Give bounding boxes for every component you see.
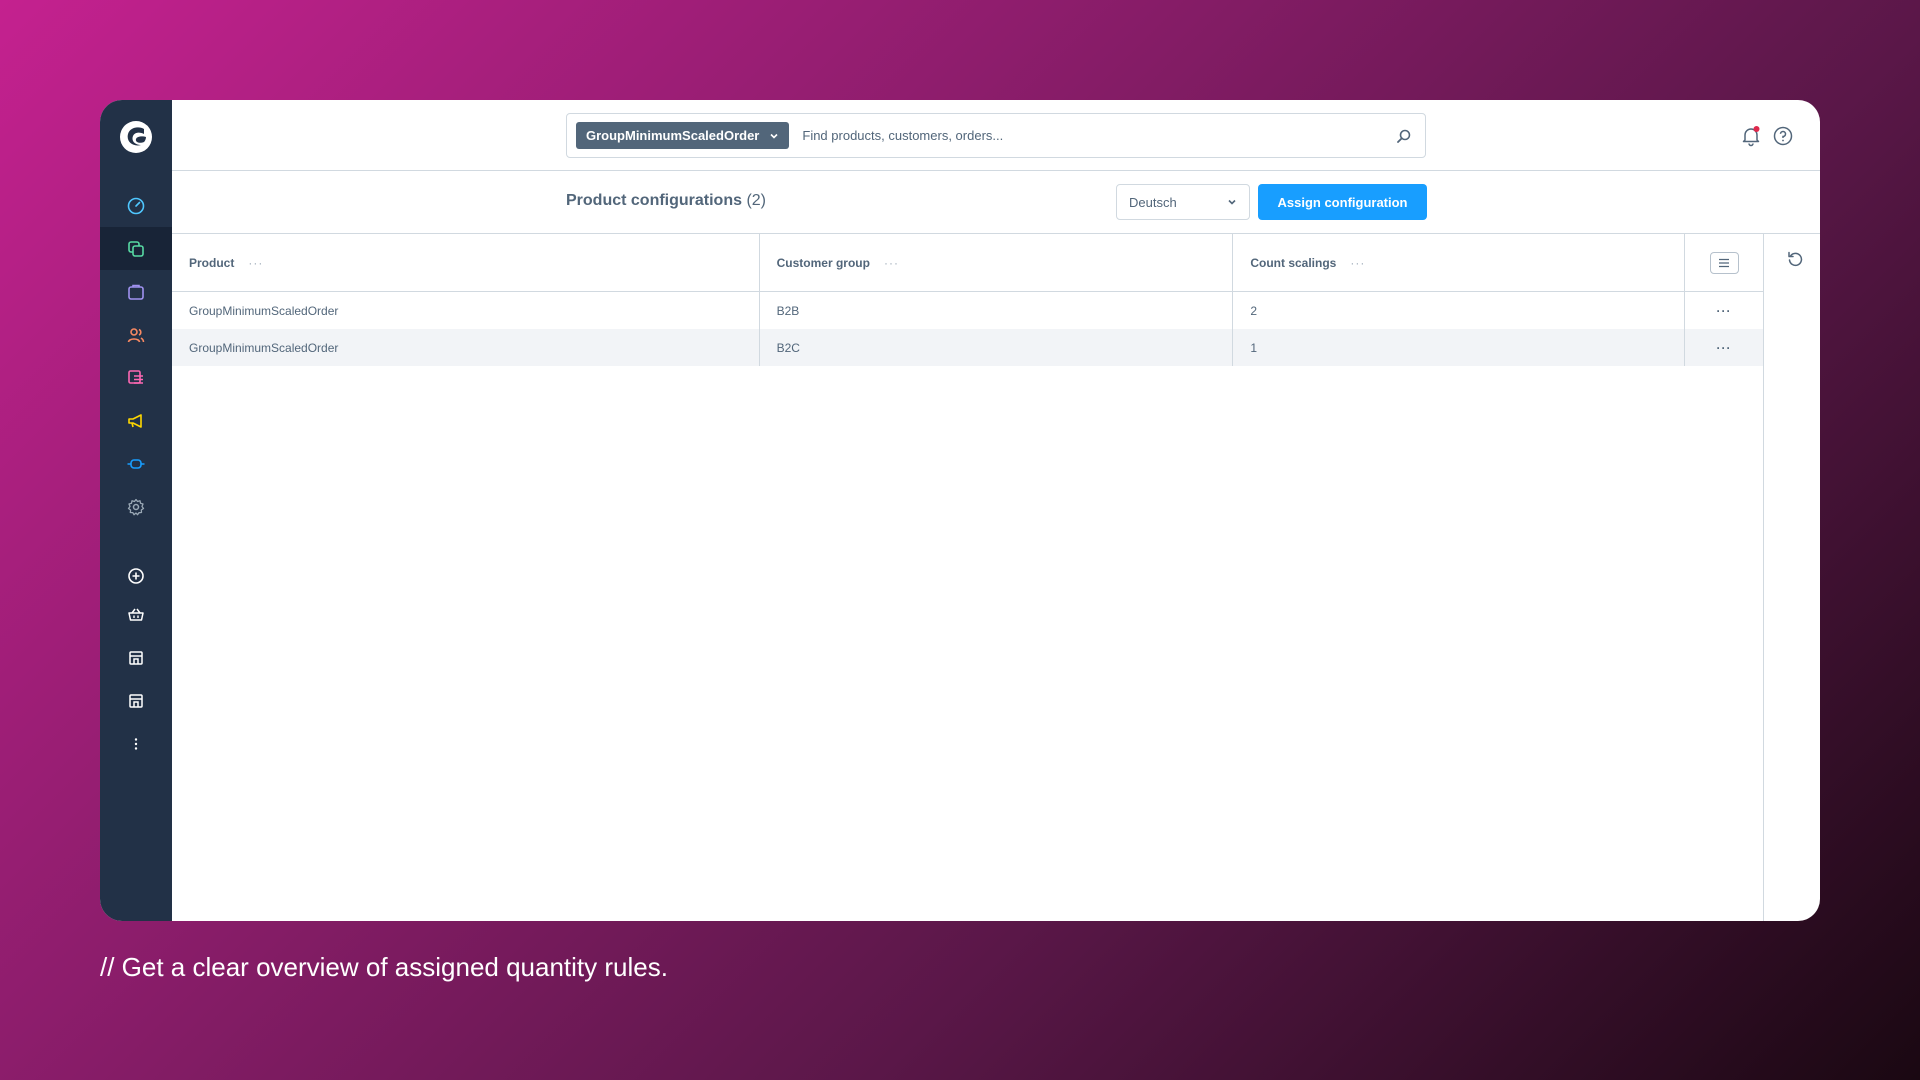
page-title-count: (2) [746, 192, 767, 209]
search-type-label: GroupMinimumScaledOrder [586, 128, 760, 143]
cell-product: GroupMinimumScaledOrder [172, 329, 760, 366]
smart-bar: Product configurations (2) Deutsch Assig… [172, 171, 1820, 234]
admin-window: GroupMinimumScaledOrder Product configur… [100, 100, 1820, 921]
catalogue-icon [128, 240, 144, 257]
notification-bell-icon[interactable] [1740, 125, 1762, 147]
grid-settings-button[interactable] [1709, 251, 1739, 274]
column-label: Count scalings [1250, 255, 1337, 270]
sidebar [100, 100, 172, 921]
settings-icon [127, 498, 145, 515]
row-actions-cell: ··· [1685, 329, 1763, 366]
chevron-down-icon [1228, 199, 1236, 205]
notification-badge [1753, 126, 1760, 132]
page-title: Product configurations (2) [566, 192, 766, 210]
headless-basket-icon [128, 608, 144, 621]
column-header-count-scalings[interactable]: Count scalings ··· [1233, 234, 1686, 291]
nav-dashboard[interactable] [100, 184, 172, 227]
marketing-icon [128, 413, 142, 428]
nav-content[interactable] [100, 356, 172, 399]
data-grid: Product ··· Customer group ··· Count sca… [172, 234, 1764, 921]
nav-extensions[interactable] [100, 442, 172, 485]
storefront-icon [129, 650, 143, 665]
shopware-logo[interactable] [119, 120, 153, 154]
help-icon[interactable] [1772, 125, 1794, 147]
orders-icon [128, 284, 144, 300]
column-menu-icon[interactable]: ··· [248, 256, 263, 270]
page-title-text: Product configurations [566, 192, 742, 209]
row-actions-icon[interactable]: ··· [1717, 341, 1732, 355]
cell-count-scalings: 2 [1233, 292, 1686, 329]
content-icon [128, 369, 143, 384]
add-sales-channel-icon [128, 567, 144, 584]
nav-settings[interactable] [100, 485, 172, 528]
customers-icon [127, 327, 145, 342]
caption-text: // Get a clear overview of assigned quan… [100, 952, 668, 982]
nav-marketing[interactable] [100, 399, 172, 442]
column-header-customer-group[interactable]: Customer group ··· [760, 234, 1234, 291]
nav-catalogues[interactable] [100, 227, 172, 270]
table-row[interactable]: GroupMinimumScaledOrder B2C 1 ··· [172, 329, 1763, 366]
cell-customer-group: B2C [760, 329, 1234, 366]
nav-orders[interactable] [100, 270, 172, 313]
topbar: GroupMinimumScaledOrder [172, 100, 1820, 171]
nav-headless[interactable] [100, 593, 172, 636]
column-menu-icon[interactable]: ··· [1350, 256, 1365, 270]
search-icon[interactable] [1395, 127, 1413, 145]
chevron-down-icon [770, 133, 778, 139]
column-label: Customer group [776, 255, 870, 270]
column-header-product[interactable]: Product ··· [172, 234, 760, 291]
column-menu-icon[interactable]: ··· [884, 256, 899, 270]
cell-customer-group: B2B [760, 292, 1234, 329]
table-row[interactable]: GroupMinimumScaledOrder B2B 2 ··· [172, 292, 1763, 329]
row-actions-icon[interactable]: ··· [1717, 304, 1732, 318]
main-content: GroupMinimumScaledOrder Product configur… [172, 100, 1820, 921]
language-switch[interactable]: Deutsch [1116, 184, 1250, 220]
nav-customers[interactable] [100, 313, 172, 356]
search-input[interactable] [789, 114, 1395, 157]
refresh-icon[interactable] [1786, 250, 1804, 268]
assign-configuration-button[interactable]: Assign configuration [1258, 184, 1427, 220]
more-icon [134, 737, 138, 750]
global-search: GroupMinimumScaledOrder [566, 113, 1426, 158]
dashboard-icon [127, 197, 145, 214]
cell-count-scalings: 1 [1233, 329, 1686, 366]
list-icon [1719, 258, 1730, 267]
nav-more[interactable] [100, 722, 172, 765]
nav-storefront-2[interactable] [100, 679, 172, 722]
language-label: Deutsch [1129, 194, 1177, 210]
grid-settings-cell [1685, 234, 1763, 291]
storefront-2-icon [129, 693, 143, 708]
column-label: Product [189, 255, 235, 270]
nav-add-sales-channel[interactable] [100, 554, 172, 597]
extensions-icon [127, 458, 145, 469]
search-type-select[interactable]: GroupMinimumScaledOrder [576, 122, 790, 149]
cell-product: GroupMinimumScaledOrder [172, 292, 760, 329]
row-actions-cell: ··· [1685, 292, 1763, 329]
nav-storefront[interactable] [100, 636, 172, 679]
grid-header: Product ··· Customer group ··· Count sca… [172, 234, 1763, 292]
